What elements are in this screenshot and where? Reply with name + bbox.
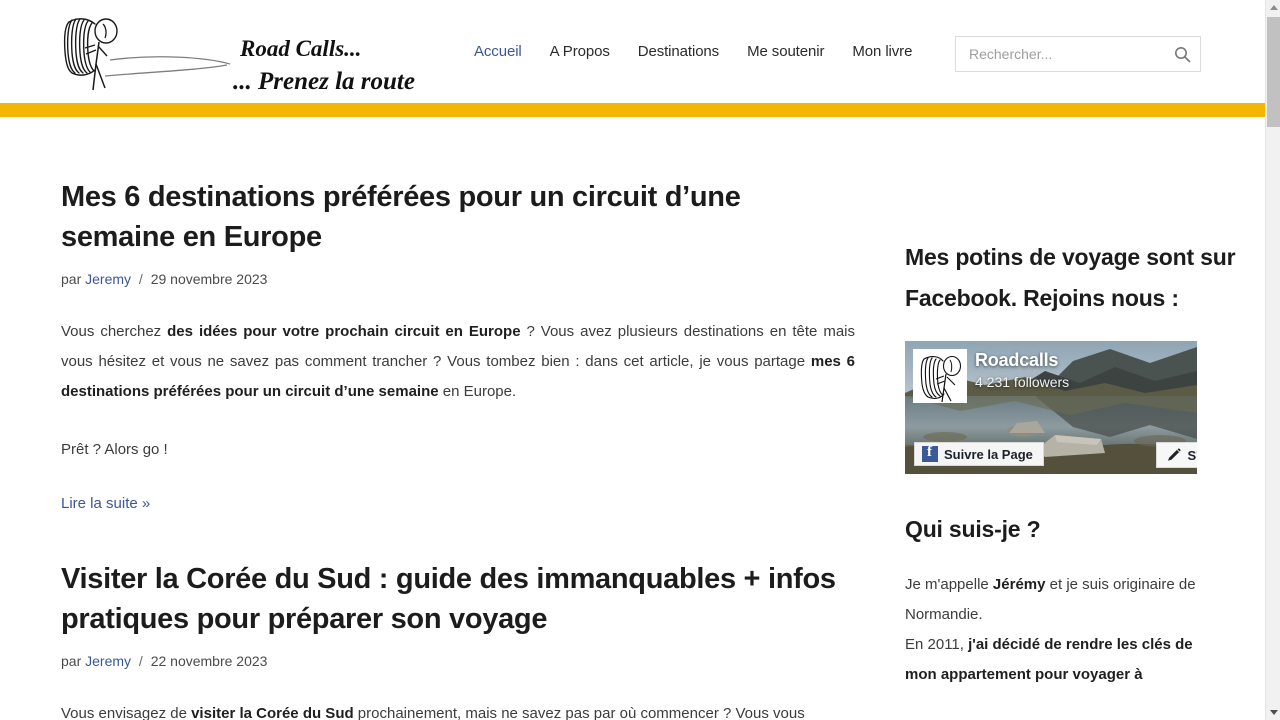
nav-item-mon-livre[interactable]: Mon livre <box>838 42 926 62</box>
post-author-link[interactable]: Jeremy <box>85 271 131 287</box>
post-meta-separator: / <box>138 271 143 287</box>
nav-item-a-propos[interactable]: A Propos <box>536 42 624 62</box>
nav-item-me-soutenir[interactable]: Me soutenir <box>733 42 838 62</box>
facebook-page-avatar <box>913 349 967 403</box>
about-widget-section: Qui suis-je ? Je m'appelle Jérémy et je … <box>905 514 1255 690</box>
post-excerpt: Vous cherchez des idées pour votre proch… <box>61 323 856 400</box>
post-excerpt: Vous envisagez de visiter la Corée du Su… <box>61 705 805 720</box>
facebook-signup-label: S'ins <box>1187 447 1197 463</box>
facebook-page-name: Roadcalls <box>975 350 1059 370</box>
post-by-label: par <box>61 653 82 669</box>
facebook-follow-label: Suivre la Page <box>944 446 1033 462</box>
post-author-link[interactable]: Jeremy <box>85 653 131 669</box>
post-date: 22 novembre 2023 <box>150 653 268 669</box>
facebook-widget-section: Mes potins de voyage sont sur Facebook. … <box>905 237 1255 474</box>
search-submit-button[interactable] <box>1164 37 1200 71</box>
page-body: Mes 6 destinations préférées pour un cir… <box>0 117 1265 720</box>
facebook-signup-button[interactable]: S'ins <box>1156 442 1197 468</box>
logo-tagline-2: ... Prenez la route ! <box>233 68 415 92</box>
search-input[interactable] <box>956 37 1164 71</box>
about-widget-text: Je m'appelle Jérémy et je suis originair… <box>905 576 1196 683</box>
post-title[interactable]: Visiter la Corée du Sud : guide des imma… <box>61 559 855 639</box>
about-widget-title: Qui suis-je ? <box>905 516 1041 542</box>
post-meta-separator: / <box>138 653 143 669</box>
sidebar: Mes potins de voyage sont sur Facebook. … <box>855 177 1255 720</box>
facebook-follow-page-button[interactable]: Suivre la Page <box>914 442 1044 466</box>
scrollbar-thumb[interactable] <box>1267 17 1280 127</box>
post-article: Visiter la Corée du Sud : guide des imma… <box>61 559 855 720</box>
post-title[interactable]: Mes 6 destinations préférées pour un cir… <box>61 177 855 257</box>
post-by-label: par <box>61 271 82 287</box>
browser-page: Road Calls... ... Prenez la route ! Accu… <box>0 0 1280 720</box>
main-content: Mes 6 destinations préférées pour un cir… <box>0 177 855 720</box>
facebook-follower-count: 4 231 followers <box>975 374 1070 390</box>
post-excerpt-second: Prêt ? Alors go ! <box>61 441 168 458</box>
scroll-down-arrow[interactable] <box>1266 705 1280 720</box>
post-date: 29 novembre 2023 <box>150 271 268 287</box>
post-meta: par Jeremy / 29 novembre 2023 <box>61 271 855 287</box>
pencil-icon <box>1168 448 1182 461</box>
search-box[interactable] <box>955 36 1201 72</box>
nav-item-accueil[interactable]: Accueil <box>460 42 536 62</box>
avatar-logo-icon <box>914 350 966 402</box>
main-navigation: Accueil A Propos Destinations Me souteni… <box>460 42 926 62</box>
logo-artwork: Road Calls... ... Prenez la route ! <box>63 18 415 92</box>
accent-bar <box>0 103 1265 117</box>
logo-tagline-1: Road Calls... <box>239 36 361 61</box>
page-viewport: Road Calls... ... Prenez la route ! Accu… <box>0 0 1265 720</box>
facebook-widget-title: Mes potins de voyage sont sur Facebook. … <box>905 244 1236 311</box>
post-meta: par Jeremy / 22 novembre 2023 <box>61 653 855 669</box>
facebook-f-icon <box>922 444 938 462</box>
post-article: Mes 6 destinations préférées pour un cir… <box>61 177 855 513</box>
site-logo[interactable]: Road Calls... ... Prenez la route ! <box>55 12 415 92</box>
layout-container: Mes 6 destinations préférées pour un cir… <box>0 177 1265 720</box>
vertical-scrollbar[interactable] <box>1265 0 1280 720</box>
read-more-link[interactable]: Lire la suite » <box>61 495 150 512</box>
nav-item-destinations[interactable]: Destinations <box>624 42 733 62</box>
search-icon <box>1174 46 1190 62</box>
scroll-up-arrow[interactable] <box>1266 0 1280 15</box>
facebook-page-plugin[interactable]: Roadcalls 4 231 followers Suivre la Page <box>905 341 1197 474</box>
site-header: Road Calls... ... Prenez la route ! Accu… <box>0 0 1265 103</box>
